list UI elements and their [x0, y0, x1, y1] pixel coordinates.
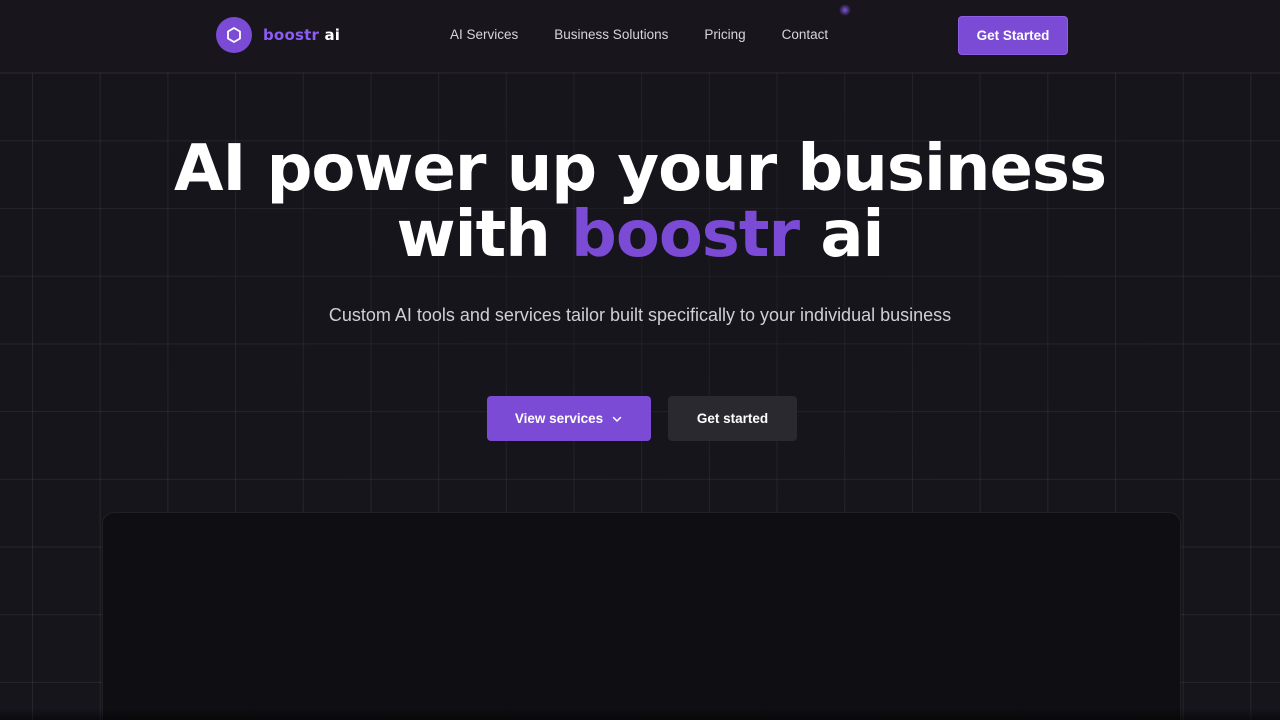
top-navbar: boostr ai AI Services Business Solutions… — [0, 0, 1280, 73]
nav-link-pricing[interactable]: Pricing — [704, 27, 745, 42]
landing-page: boostr ai AI Services Business Solutions… — [0, 0, 1280, 720]
brand-name-plain: ai — [324, 26, 341, 44]
hero-subtitle: Custom AI tools and services tailor buil… — [328, 305, 952, 325]
hero-title-ai: ai — [820, 198, 884, 272]
get-started-nav-button[interactable]: Get Started — [958, 16, 1068, 55]
brand-name: boostr ai — [263, 26, 340, 44]
hero-title-brand: boostr — [571, 198, 800, 272]
view-services-label: View services — [514, 411, 604, 426]
hero-title-line1: AI power up your business — [173, 132, 1107, 206]
view-services-button[interactable]: View services — [487, 396, 651, 441]
hero-title: AI power up your business with boostr ai — [0, 136, 1280, 268]
chevron-down-icon — [612, 416, 622, 422]
hexagon-icon — [216, 17, 252, 53]
nav-links: AI Services Business Solutions Pricing C… — [450, 27, 828, 42]
hero-title-with: with — [396, 198, 551, 272]
nav-link-business-solutions[interactable]: Business Solutions — [554, 27, 668, 42]
nav-link-contact[interactable]: Contact — [782, 27, 829, 42]
brand-name-accent: boostr — [263, 26, 320, 44]
bottom-shade — [0, 708, 1280, 720]
product-preview-panel — [102, 512, 1181, 720]
nav-link-ai-services[interactable]: AI Services — [450, 27, 518, 42]
get-started-hero-button[interactable]: Get started — [668, 396, 797, 441]
logo[interactable]: boostr ai — [216, 17, 340, 53]
glow-dot — [839, 4, 851, 16]
